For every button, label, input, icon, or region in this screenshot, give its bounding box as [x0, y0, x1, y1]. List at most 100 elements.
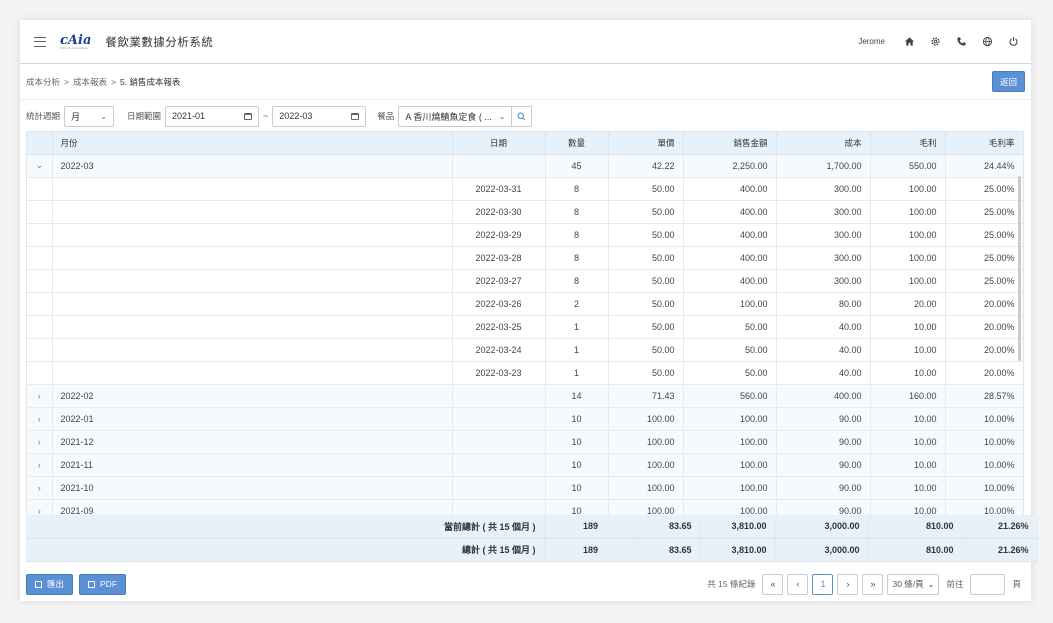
- home-icon[interactable]: [903, 36, 915, 48]
- cell-qty: 8: [545, 223, 609, 247]
- next-page-button[interactable]: ›: [837, 573, 859, 595]
- column-header-margin[interactable]: 毛利率: [945, 132, 1023, 155]
- expand-icon[interactable]: ›: [27, 384, 53, 408]
- cell-cost: 90.00: [776, 476, 871, 500]
- cell-profit: 100.00: [870, 246, 946, 270]
- cell-qty: 8: [545, 177, 609, 201]
- first-page-button[interactable]: «: [762, 573, 784, 595]
- collapse-icon[interactable]: ⌄: [27, 154, 53, 178]
- cell-month: [52, 246, 453, 270]
- column-header-cost[interactable]: 成本: [776, 132, 871, 155]
- prev-page-button[interactable]: ‹: [787, 573, 809, 595]
- cell-date: [452, 430, 546, 454]
- summary-margin: 21.26%: [962, 538, 1038, 562]
- table-row: 2022-03-25 1 50.00 50.00 40.00 10.00 20.00%: [27, 315, 1023, 339]
- cell-sales: 400.00: [683, 177, 777, 201]
- column-header-date[interactable]: 日期: [452, 132, 546, 155]
- cell-cost: 40.00: [776, 338, 871, 362]
- cell-date: 2022-03-25: [452, 315, 546, 339]
- expand-icon[interactable]: ›: [27, 476, 53, 500]
- app-window: cAia City of Accounting 餐飲業數據分析系統 Jerome…: [20, 20, 1038, 601]
- back-button[interactable]: 返回: [992, 71, 1025, 92]
- row-spacer: [27, 200, 53, 224]
- table-group-row[interactable]: › 2022-02 14 71.43 560.00 400.00 160.00 28.57%: [27, 384, 1023, 408]
- column-header-month[interactable]: 月份: [52, 132, 453, 155]
- cell-price: 50.00: [608, 246, 684, 270]
- pdf-label: PDF: [100, 579, 118, 589]
- globe-icon[interactable]: [981, 36, 993, 48]
- cell-price: 42.22: [608, 154, 684, 178]
- last-page-button[interactable]: »: [862, 573, 884, 595]
- cell-month: [52, 223, 453, 247]
- username: Jerome: [858, 37, 885, 46]
- table-group-row[interactable]: › 2021-12 10 100.00 100.00 90.00 10.00 10.00%: [27, 430, 1023, 454]
- meal-select[interactable]: A 香川燒鯖魚定食 ( ... ⌄: [398, 105, 513, 127]
- cell-month: [52, 177, 453, 201]
- cell-margin: 20.00%: [945, 338, 1023, 362]
- search-button[interactable]: [512, 105, 533, 127]
- cell-profit: 100.00: [870, 200, 946, 224]
- breadcrumb-item-current: 5. 銷售成本報表: [119, 76, 181, 87]
- cell-margin: 24.44%: [945, 154, 1023, 178]
- page-size-select[interactable]: 30 條/頁 ⌄: [887, 573, 940, 595]
- filter-bar: 統計週期 月 ⌄ 日期範圍 2021-01 ~ 2022-03 餐品 A 香川燒…: [20, 100, 1031, 132]
- cell-date: 2022-03-30: [452, 200, 546, 224]
- meal-label: 餐品: [377, 111, 395, 121]
- meal-value: A 香川燒鯖魚定食 ( ...: [405, 111, 492, 122]
- export-button[interactable]: 匯出: [26, 573, 74, 595]
- pdf-button[interactable]: PDF: [79, 573, 127, 595]
- period-select[interactable]: 月 ⌄: [64, 105, 115, 127]
- total-records: 共 15 條紀錄: [707, 579, 756, 589]
- date-to-value: 2022-03: [279, 111, 313, 121]
- row-spacer: [27, 177, 53, 201]
- cell-margin: 25.00%: [945, 177, 1023, 201]
- column-header-price[interactable]: 單價: [608, 132, 684, 155]
- cell-month: [52, 315, 453, 339]
- cell-profit: 100.00: [870, 177, 946, 201]
- cell-profit: 160.00: [870, 384, 946, 408]
- table-group-row[interactable]: ⌄ 2022-03 45 42.22 2,250.00 1,700.00 550.00 24.…: [27, 154, 1023, 178]
- search-icon: [517, 112, 526, 120]
- goto-page-input[interactable]: [970, 573, 1006, 595]
- expand-icon[interactable]: ›: [27, 430, 53, 454]
- cell-margin: 25.00%: [945, 269, 1023, 293]
- table-group-row[interactable]: › 2021-11 10 100.00 100.00 90.00 10.00 10.00%: [27, 453, 1023, 477]
- column-header-qty[interactable]: 數量: [545, 132, 609, 155]
- menu-icon[interactable]: [34, 36, 46, 47]
- cell-price: 100.00: [608, 430, 684, 454]
- cell-margin: 25.00%: [945, 223, 1023, 247]
- breadcrumb-item-cost-analysis[interactable]: 成本分析: [26, 76, 60, 88]
- date-to-input[interactable]: 2022-03: [272, 105, 367, 127]
- date-from-input[interactable]: 2021-01: [165, 105, 260, 127]
- cell-cost: 90.00: [776, 430, 871, 454]
- summary-area: 當前總計 ( 共 15 個月 ) 189 83.65 3,810.00 3,000.00…: [26, 515, 1038, 562]
- breadcrumb-item-cost-report[interactable]: 成本報表: [73, 76, 107, 88]
- cell-price: 100.00: [608, 407, 684, 431]
- cell-margin: 10.00%: [945, 407, 1023, 431]
- phone-icon[interactable]: [955, 36, 967, 48]
- column-header-profit[interactable]: 毛利: [870, 132, 946, 155]
- cell-qty: 8: [545, 269, 609, 293]
- summary-sales: 3,810.00: [700, 538, 776, 562]
- row-spacer: [27, 269, 53, 293]
- cell-cost: 300.00: [776, 246, 871, 270]
- table-group-row[interactable]: › 2022-01 10 100.00 100.00 90.00 10.00 10.00%: [27, 407, 1023, 431]
- page-number-button[interactable]: 1: [812, 573, 834, 595]
- gear-icon[interactable]: [929, 36, 941, 48]
- cell-margin: 10.00%: [945, 453, 1023, 477]
- expand-icon[interactable]: ›: [27, 407, 53, 431]
- goto-label: 前往: [946, 579, 964, 589]
- cell-cost: 80.00: [776, 292, 871, 316]
- cell-qty: 10: [545, 453, 609, 477]
- cell-date: 2022-03-26: [452, 292, 546, 316]
- cell-qty: 8: [545, 200, 609, 224]
- cell-cost: 400.00: [776, 384, 871, 408]
- expand-icon[interactable]: ›: [27, 453, 53, 477]
- power-icon[interactable]: [1007, 36, 1019, 48]
- column-header-sales[interactable]: 銷售金額: [683, 132, 777, 155]
- cell-cost: 300.00: [776, 200, 871, 224]
- table-scrollbar[interactable]: [1018, 176, 1021, 361]
- table-group-row[interactable]: › 2021-10 10 100.00 100.00 90.00 10.00 10.00%: [27, 476, 1023, 500]
- cell-qty: 8: [545, 246, 609, 270]
- cell-margin: 10.00%: [945, 476, 1023, 500]
